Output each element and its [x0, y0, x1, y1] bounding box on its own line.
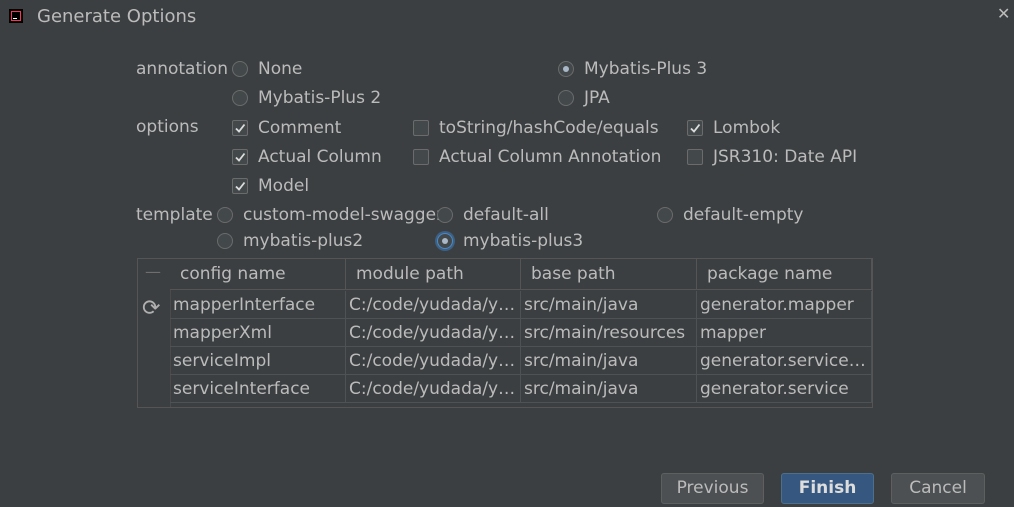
- jsr310-date-api-checkbox[interactable]: JSR310: Date API: [687, 147, 857, 167]
- table-row[interactable]: serviceInterface C:/code/yudada/yu... sr…: [170, 375, 872, 403]
- cell-module-path[interactable]: C:/code/yudada/yu...: [346, 319, 521, 347]
- option-label: custom-model-swagger: [243, 205, 444, 225]
- option-label: None: [258, 59, 303, 79]
- template-mybatis-plus2-radio[interactable]: mybatis-plus2: [217, 231, 363, 251]
- radio-icon: [232, 90, 248, 106]
- cell-base-path[interactable]: src/main/java: [521, 347, 697, 375]
- radio-icon: [217, 233, 233, 249]
- actual-column-annotation-checkbox[interactable]: Actual Column Annotation: [413, 147, 661, 167]
- cell-config-name[interactable]: serviceInterface: [170, 375, 346, 403]
- option-label: JPA: [584, 88, 610, 108]
- option-label: Mybatis-Plus 3: [584, 59, 708, 79]
- radio-selected-icon: [437, 233, 453, 249]
- annotation-mybatis-plus-3-radio[interactable]: Mybatis-Plus 3: [558, 59, 707, 79]
- table-row[interactable]: mapperInterface C:/code/yudada/yu... src…: [170, 291, 872, 319]
- template-default-all-radio[interactable]: default-all: [437, 205, 549, 225]
- comment-checkbox[interactable]: Comment: [232, 118, 341, 138]
- option-label: Comment: [258, 118, 342, 138]
- column-header-module-path[interactable]: module path: [346, 259, 521, 290]
- radio-icon: [232, 61, 248, 77]
- option-label: toString/hashCode/equals: [439, 118, 659, 138]
- annotation-jpa-radio[interactable]: JPA: [558, 88, 610, 108]
- previous-button[interactable]: Previous: [661, 473, 764, 504]
- option-label: Lombok: [713, 118, 781, 138]
- column-header-config-name[interactable]: config name: [170, 259, 346, 290]
- cell-base-path[interactable]: src/main/java: [521, 375, 697, 403]
- option-label: Actual Column Annotation: [439, 147, 662, 167]
- tostring-hashcode-equals-checkbox[interactable]: toString/hashCode/equals: [413, 118, 659, 138]
- column-header-package-name[interactable]: package name: [697, 259, 872, 290]
- app-icon: [9, 9, 23, 23]
- lombok-checkbox[interactable]: Lombok: [687, 118, 780, 138]
- table-toolbar: [138, 259, 171, 407]
- cell-config-name[interactable]: mapperInterface: [170, 291, 346, 319]
- checkbox-icon: [687, 149, 703, 165]
- column-header-base-path[interactable]: base path: [521, 259, 697, 290]
- option-label: mybatis-plus3: [463, 231, 584, 251]
- cell-base-path[interactable]: src/main/java: [521, 291, 697, 319]
- remove-icon[interactable]: —: [145, 262, 161, 281]
- checkbox-icon: [413, 149, 429, 165]
- checkbox-checked-icon: [232, 149, 248, 165]
- table-row[interactable]: mapperXml C:/code/yudada/yu... src/main/…: [170, 319, 872, 347]
- option-label: default-all: [463, 205, 549, 225]
- checkbox-checked-icon: [232, 178, 248, 194]
- option-label: Mybatis-Plus 2: [258, 88, 382, 108]
- cell-config-name[interactable]: mapperXml: [170, 319, 346, 347]
- cell-package-name[interactable]: generator.service.i...: [697, 347, 872, 375]
- actual-column-checkbox[interactable]: Actual Column: [232, 147, 382, 167]
- cell-base-path[interactable]: src/main/resources: [521, 319, 697, 347]
- table-row[interactable]: serviceImpl C:/code/yudada/yu... src/mai…: [170, 347, 872, 375]
- radio-selected-icon: [558, 61, 574, 77]
- cell-module-path[interactable]: C:/code/yudada/yu...: [346, 375, 521, 403]
- radio-icon: [437, 207, 453, 223]
- cell-config-name[interactable]: serviceImpl: [170, 347, 346, 375]
- annotation-mybatis-plus-2-radio[interactable]: Mybatis-Plus 2: [232, 88, 381, 108]
- radio-icon: [657, 207, 673, 223]
- checkbox-icon: [413, 120, 429, 136]
- template-label: template: [136, 205, 213, 225]
- option-label: default-empty: [683, 205, 804, 225]
- option-label: mybatis-plus2: [243, 231, 364, 251]
- radio-icon: [217, 207, 233, 223]
- template-mybatis-plus3-radio[interactable]: mybatis-plus3: [437, 231, 583, 251]
- cell-package-name[interactable]: generator.service: [697, 375, 872, 403]
- model-checkbox[interactable]: Model: [232, 176, 309, 196]
- checkbox-checked-icon: [687, 120, 703, 136]
- cell-module-path[interactable]: C:/code/yudada/yu...: [346, 347, 521, 375]
- cell-package-name[interactable]: mapper: [697, 319, 872, 347]
- annotation-label: annotation: [136, 59, 229, 79]
- close-icon[interactable]: ✕: [997, 4, 1010, 23]
- finish-button[interactable]: Finish: [781, 473, 874, 504]
- dialog-title: Generate Options: [37, 6, 197, 27]
- option-label: JSR310: Date API: [713, 147, 858, 167]
- option-label: Actual Column: [258, 147, 382, 167]
- option-label: Model: [258, 176, 310, 196]
- options-label: options: [136, 117, 199, 137]
- annotation-none-radio[interactable]: None: [232, 59, 302, 79]
- cell-module-path[interactable]: C:/code/yudada/yu...: [346, 291, 521, 319]
- radio-icon: [558, 90, 574, 106]
- refresh-icon[interactable]: ⟳: [142, 296, 160, 321]
- cell-package-name[interactable]: generator.mapper: [697, 291, 872, 319]
- template-default-empty-radio[interactable]: default-empty: [657, 205, 804, 225]
- cancel-button[interactable]: Cancel: [891, 473, 985, 504]
- template-custom-model-swagger-radio[interactable]: custom-model-swagger: [217, 205, 443, 225]
- checkbox-checked-icon: [232, 120, 248, 136]
